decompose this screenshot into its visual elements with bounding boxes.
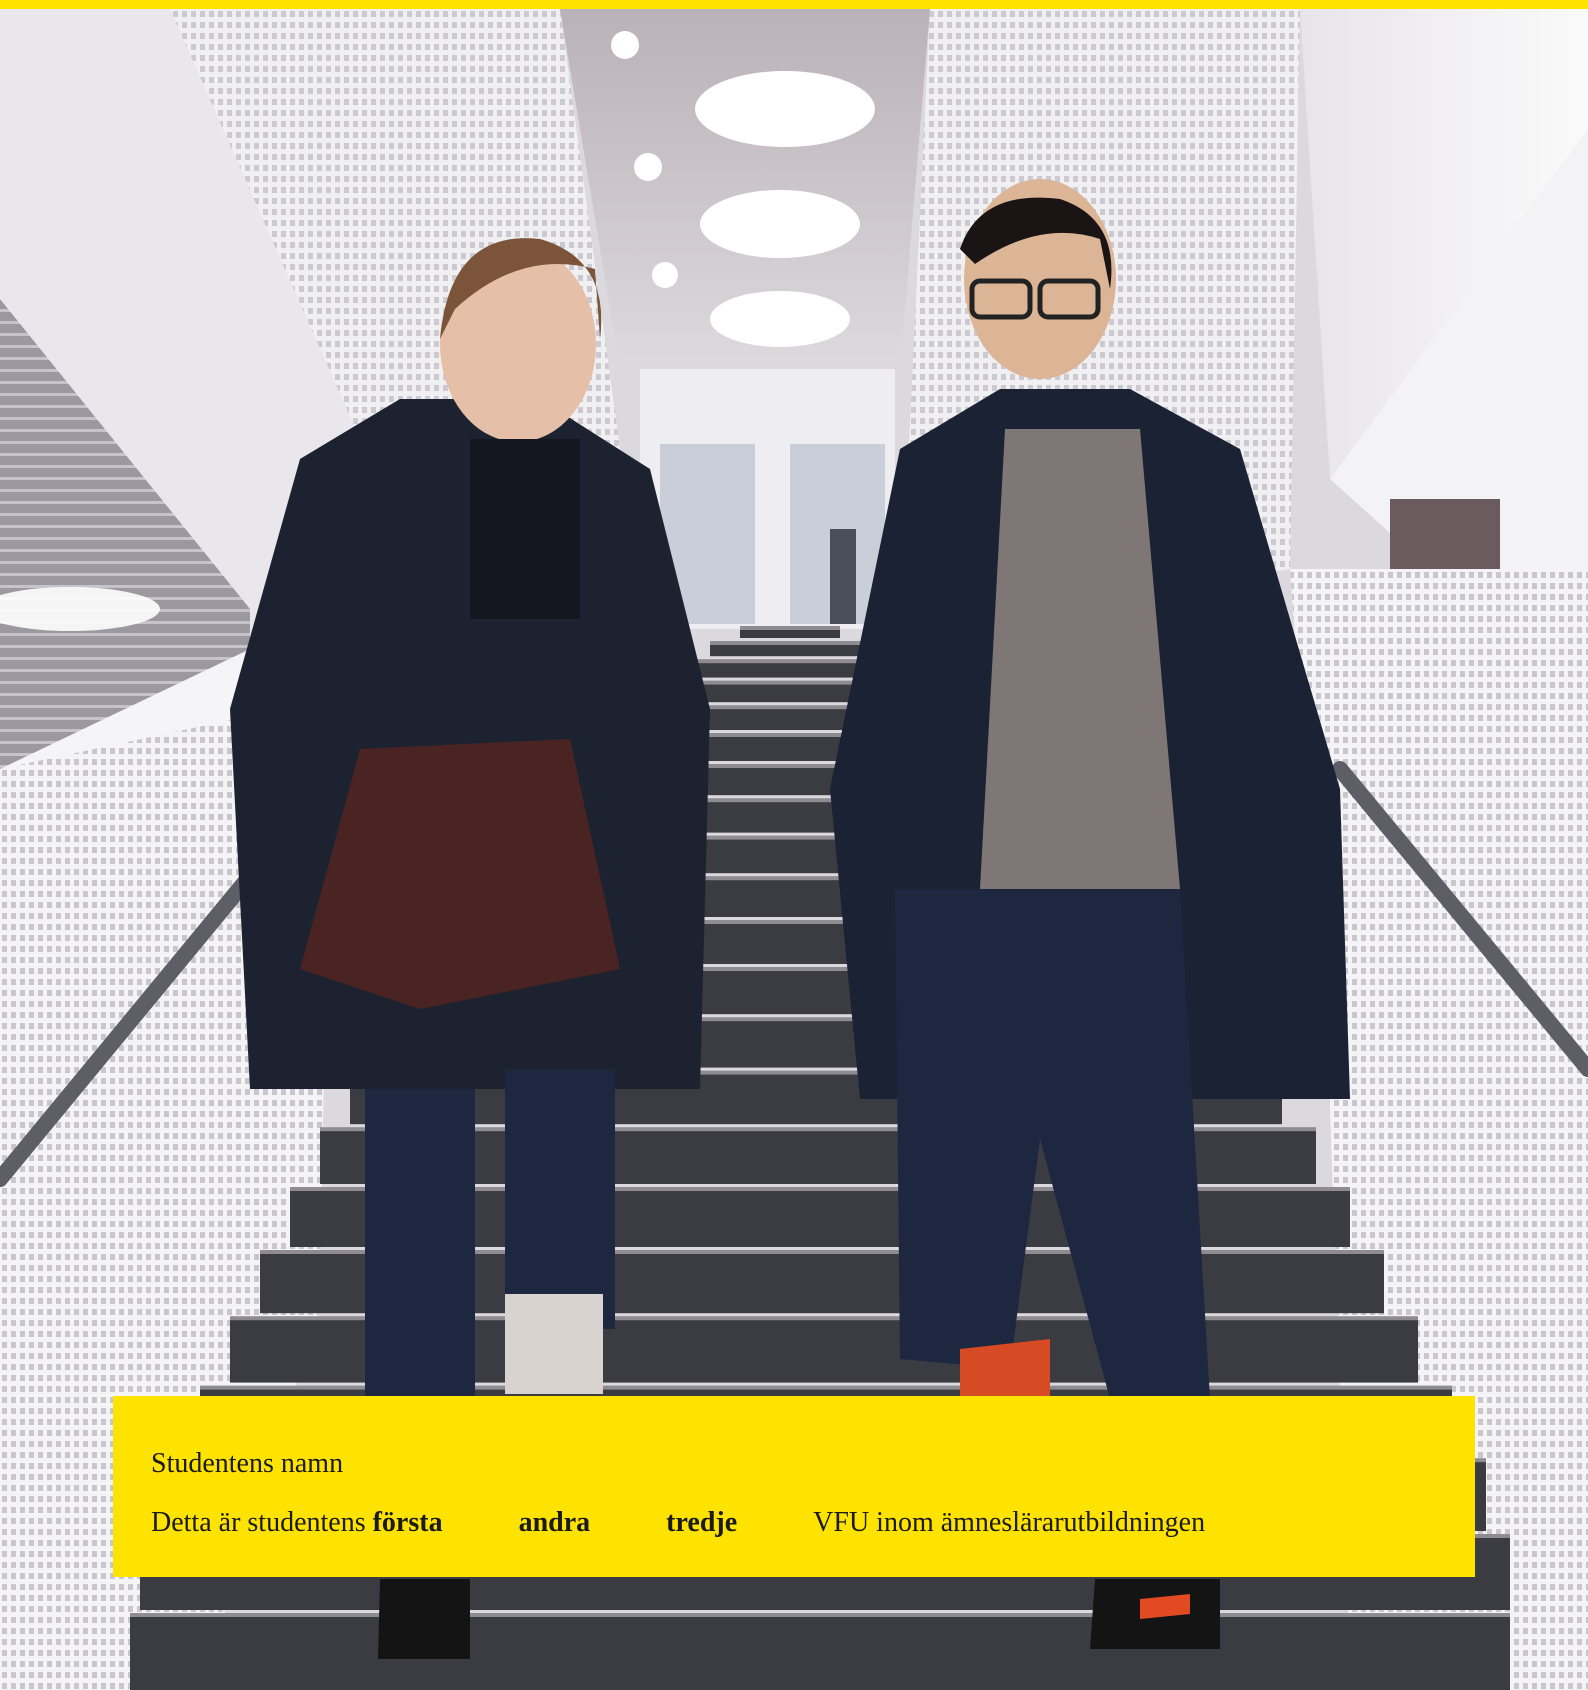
vfu-visit-statement: Detta är studentens första andra tredje …	[151, 1507, 1205, 1539]
visit-option-third: tredje	[666, 1507, 738, 1538]
student-name-label: Studentens namn	[151, 1448, 344, 1479]
top-accent-strip	[0, 0, 1588, 9]
visit-option-first: första	[372, 1507, 443, 1538]
student-info-box: Studentens namn Detta är studentens förs…	[113, 1396, 1475, 1577]
visit-prefix: Detta är studentens	[151, 1507, 366, 1538]
visit-suffix: VFU inom ämneslärarutbildningen	[813, 1507, 1206, 1538]
visit-option-second: andra	[518, 1507, 591, 1538]
